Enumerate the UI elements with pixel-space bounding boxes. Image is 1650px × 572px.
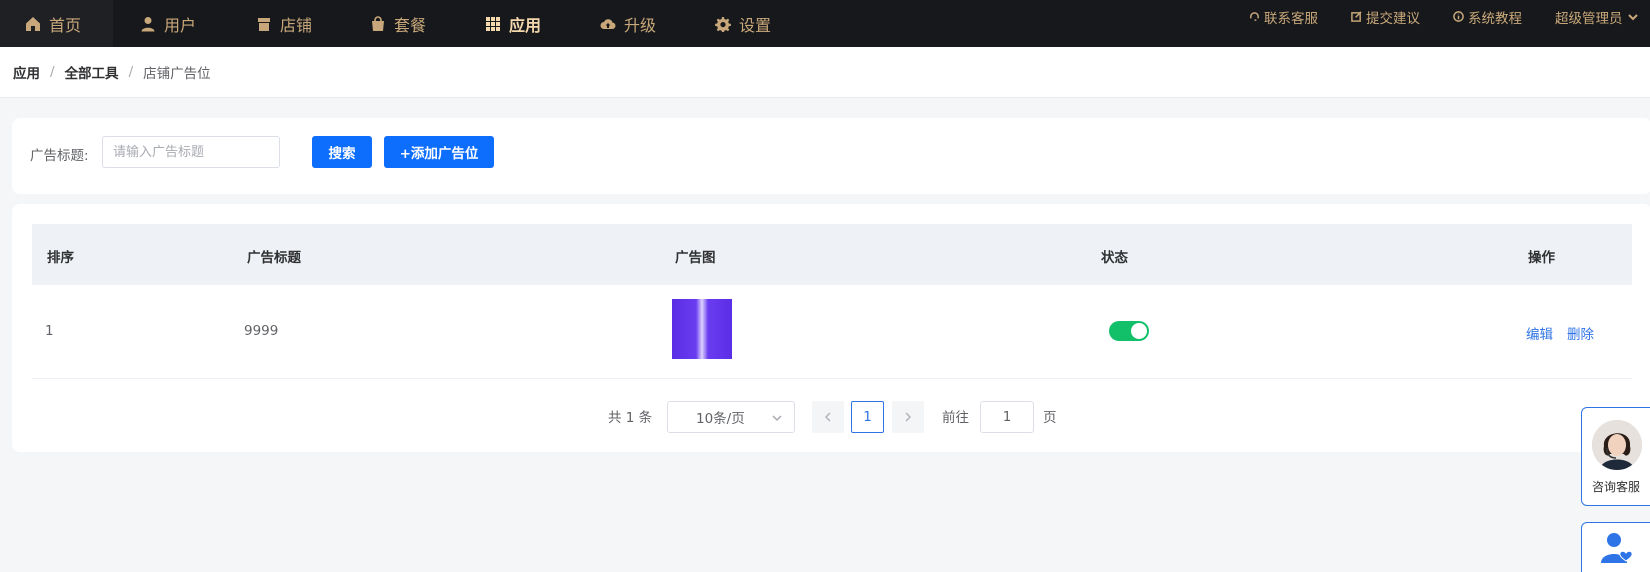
cloud-upload-icon xyxy=(600,18,616,29)
edit-icon xyxy=(1351,11,1362,22)
column-header-image: 广告图 xyxy=(675,250,716,266)
next-page-button[interactable] xyxy=(892,401,924,433)
nav-item-label: 首页 xyxy=(49,15,82,35)
goto-page-input[interactable] xyxy=(980,401,1034,433)
consult-service-label: 咨询客服 xyxy=(1591,480,1640,494)
column-header-actions: 操作 xyxy=(1528,250,1555,266)
add-ad-slot-button[interactable]: +添加广告位 xyxy=(384,136,494,168)
tutorial-label: 系统教程 xyxy=(1468,10,1522,27)
nav-item-label: 店铺 xyxy=(280,15,313,35)
nav-item-label: 设置 xyxy=(739,15,772,35)
cell-title: 9999 xyxy=(244,323,279,339)
pagination-total: 共 1 条 xyxy=(608,410,653,426)
nav-item-label: 套餐 xyxy=(394,15,427,35)
column-header-order: 排序 xyxy=(47,250,74,266)
nav-item-apps[interactable]: 应用 xyxy=(485,0,541,47)
nav-item-label: 应用 xyxy=(509,15,542,35)
nav-item-packages[interactable]: 套餐 xyxy=(370,0,426,47)
page-number-current[interactable]: 1 xyxy=(851,401,884,433)
column-header-status: 状态 xyxy=(1101,250,1128,266)
page-size-value: 10条/页 xyxy=(696,411,745,427)
goto-suffix: 页 xyxy=(1043,410,1057,426)
submit-feedback-link[interactable]: 提交建议 xyxy=(1351,0,1420,33)
column-header-title: 广告标题 xyxy=(247,250,301,266)
tutorial-link[interactable]: 系统教程 xyxy=(1453,0,1522,33)
nav-item-label: 用户 xyxy=(164,15,197,35)
chevron-down-icon xyxy=(1627,13,1638,20)
breadcrumb: 应用 / 全部工具 / 店铺广告位 xyxy=(0,47,1650,98)
nav-item-upgrade[interactable]: 升级 xyxy=(600,0,656,47)
table-header: 排序 广告标题 广告图 状态 操作 xyxy=(32,224,1632,285)
table-row: 1 9999 编辑 删除 xyxy=(32,285,1632,379)
person-heart-icon xyxy=(1601,533,1633,563)
nav-item-settings[interactable]: 设置 xyxy=(715,0,771,47)
top-navigation: 首页 用户 店铺 套餐 应用 升级 设置 联系客服 提交建议 系统教程 超级管理… xyxy=(0,0,1650,47)
home-icon xyxy=(26,16,40,31)
bag-icon xyxy=(372,15,384,31)
status-switch[interactable] xyxy=(1109,321,1149,341)
contact-support-link[interactable]: 联系客服 xyxy=(1249,0,1318,33)
chevron-right-icon xyxy=(905,412,912,422)
contact-support-label: 联系客服 xyxy=(1264,10,1318,27)
cell-order: 1 xyxy=(45,323,54,339)
edit-link[interactable]: 编辑 xyxy=(1526,323,1553,343)
info-icon xyxy=(1453,11,1464,22)
search-button[interactable]: 搜索 xyxy=(312,136,372,168)
contact-widget[interactable] xyxy=(1581,522,1650,572)
ad-title-label: 广告标题: xyxy=(30,148,89,164)
consult-service-widget[interactable]: 咨询客服 xyxy=(1581,407,1650,506)
prev-page-button[interactable] xyxy=(812,401,844,433)
headset-icon xyxy=(1250,12,1259,21)
ad-thumbnail[interactable] xyxy=(672,299,732,359)
user-icon xyxy=(141,16,155,31)
ad-slot-table-panel: 排序 广告标题 广告图 状态 操作 1 9999 编辑 删除 共 1 条 10条… xyxy=(12,204,1650,452)
breadcrumb-separator: / xyxy=(128,64,134,80)
chevron-down-icon xyxy=(772,415,782,422)
delete-link[interactable]: 删除 xyxy=(1567,323,1594,343)
breadcrumb-item-all-tools[interactable]: 全部工具 xyxy=(65,62,119,82)
breadcrumb-separator: / xyxy=(50,64,55,80)
grid-icon xyxy=(486,16,500,31)
chevron-left-icon xyxy=(824,412,831,422)
customer-service-avatar xyxy=(1592,420,1642,470)
user-menu[interactable]: 超级管理员 xyxy=(1555,0,1639,33)
store-icon xyxy=(258,17,270,31)
breadcrumb-item-apps[interactable]: 应用 xyxy=(13,62,40,82)
nav-item-stores[interactable]: 店铺 xyxy=(256,0,312,47)
page-size-select[interactable]: 10条/页 xyxy=(667,401,795,433)
gear-icon xyxy=(715,16,731,32)
submit-feedback-label: 提交建议 xyxy=(1366,10,1420,27)
search-panel: 广告标题: 搜索 +添加广告位 xyxy=(12,118,1650,194)
user-name: 超级管理员 xyxy=(1555,10,1623,27)
nav-item-home[interactable]: 首页 xyxy=(0,0,113,47)
nav-item-users[interactable]: 用户 xyxy=(140,0,196,47)
breadcrumb-item-current: 店铺广告位 xyxy=(143,66,211,82)
goto-prefix: 前往 xyxy=(942,410,969,426)
nav-item-label: 升级 xyxy=(624,15,657,35)
ad-title-search-input[interactable] xyxy=(102,136,280,168)
